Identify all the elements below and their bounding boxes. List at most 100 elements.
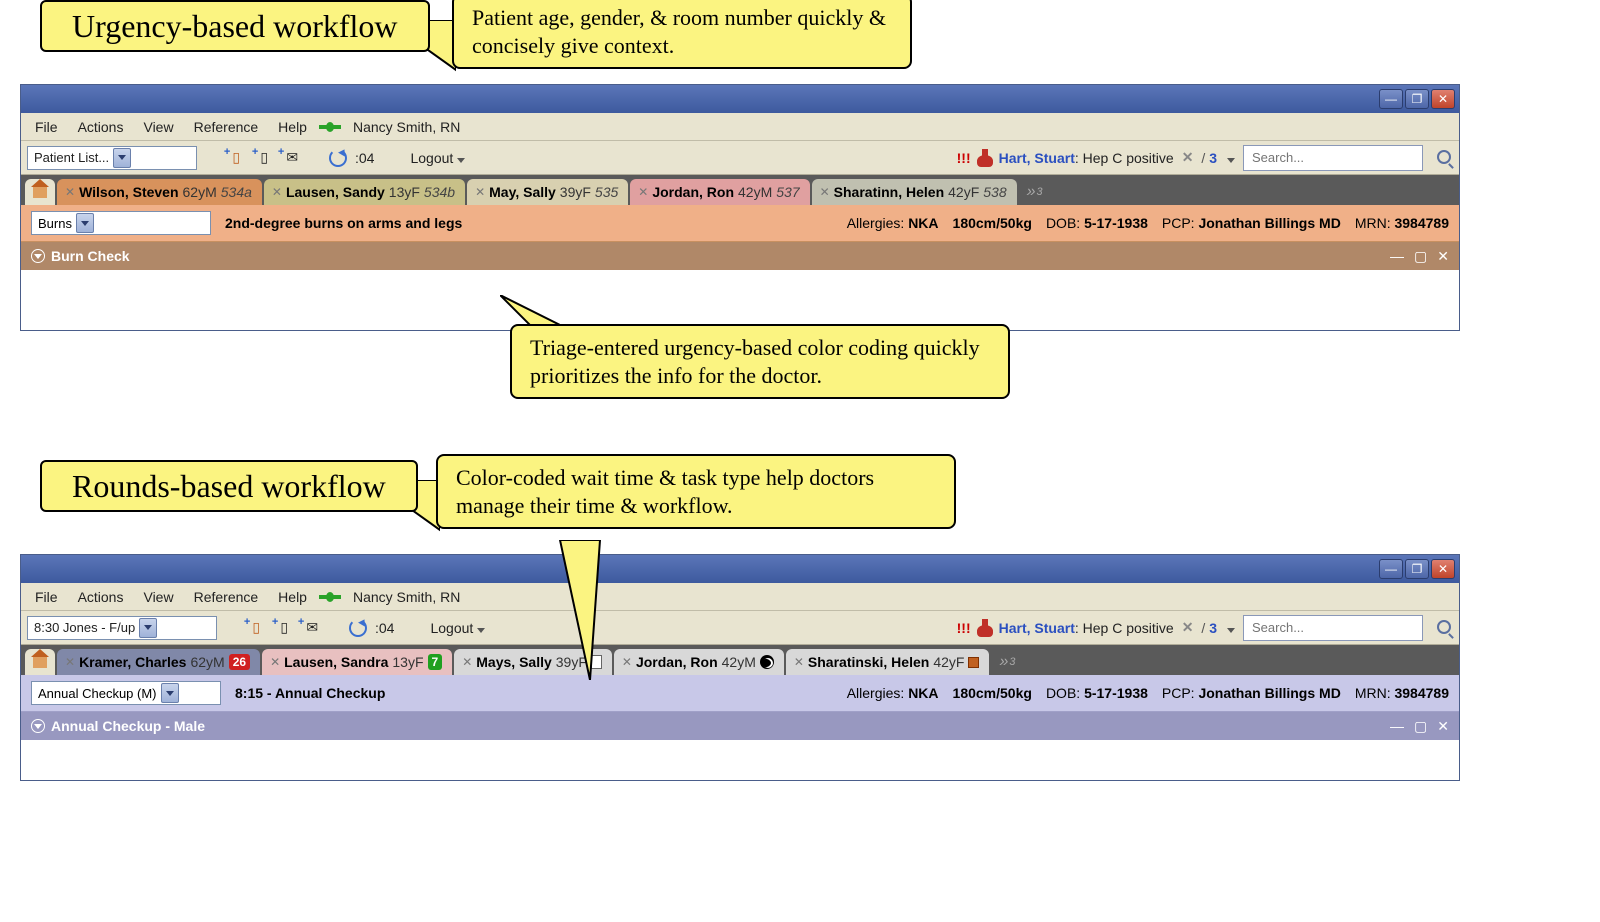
- search-input[interactable]: [1252, 620, 1392, 635]
- section-close-icon[interactable]: ✕: [1437, 718, 1449, 735]
- tab-overflow[interactable]: 3: [991, 649, 1023, 675]
- tab-close-icon[interactable]: ✕: [270, 655, 280, 669]
- new-note-icon[interactable]: +▯: [271, 618, 291, 638]
- mrn-value: 3984789: [1394, 215, 1449, 231]
- search-box[interactable]: [1243, 145, 1423, 171]
- maximize-button[interactable]: ❐: [1405, 89, 1429, 109]
- section-min-icon[interactable]: —: [1390, 718, 1404, 735]
- pcp-value: Jonathan Billings MD: [1198, 685, 1340, 701]
- tab-jordan[interactable]: ✕ Jordan, Ron 42yM 537: [630, 179, 809, 205]
- top-section-bar[interactable]: Burn Check — ▢ ✕: [21, 242, 1459, 270]
- tab-close-icon[interactable]: ✕: [794, 655, 804, 669]
- tab-jordan2[interactable]: ✕ Jordan, Ron 42yM: [614, 649, 784, 675]
- schedule-picker[interactable]: 8:30 Jones - F/up: [27, 616, 217, 640]
- alert-dismiss-icon[interactable]: ✕: [1180, 619, 1196, 636]
- callout-color-coding: Triage-entered urgency-based color codin…: [510, 324, 1010, 399]
- category-picker[interactable]: Annual Checkup (M): [31, 681, 221, 705]
- tab-close-icon[interactable]: ✕: [622, 655, 632, 669]
- alert-bang-icon: !!!: [957, 620, 971, 636]
- collapse-icon[interactable]: [31, 719, 45, 733]
- alert-dismiss-icon[interactable]: ✕: [1180, 149, 1196, 166]
- close-button[interactable]: ✕: [1431, 559, 1455, 579]
- new-rx-icon[interactable]: +▯: [223, 148, 243, 168]
- search-icon[interactable]: [1437, 150, 1453, 166]
- patient-info-strip: Allergies: NKA 180cm/50kg DOB: 5-17-1938…: [847, 215, 1449, 231]
- alert-dropdown-icon[interactable]: [1223, 620, 1235, 636]
- alert-strip[interactable]: !!! Hart, Stuart: Hep C positive ✕ / 3: [957, 619, 1235, 637]
- tab-close-icon[interactable]: ✕: [638, 185, 648, 199]
- callout-title-urgency: Urgency-based workflow: [40, 0, 430, 52]
- allergies-value: NKA: [908, 215, 938, 231]
- menu-actions[interactable]: Actions: [70, 116, 132, 138]
- tab-lausen2[interactable]: ✕ Lausen, Sandra 13yF 7: [262, 649, 452, 675]
- toolbar: 8:30 Jones - F/up +▯ +▯ +✉ :04 Logout !!…: [21, 611, 1459, 645]
- minimize-button[interactable]: —: [1379, 89, 1403, 109]
- home-icon: [33, 656, 47, 668]
- tab-lausen[interactable]: ✕ Lausen, Sandy 13yF 534b: [264, 179, 465, 205]
- tab-close-icon[interactable]: ✕: [65, 655, 75, 669]
- picker-arrow-icon[interactable]: [113, 148, 131, 168]
- logout-button[interactable]: Logout: [404, 147, 471, 169]
- menu-reference[interactable]: Reference: [186, 586, 267, 608]
- callout-title-rounds: Rounds-based workflow: [40, 460, 418, 512]
- menu-reference[interactable]: Reference: [186, 116, 267, 138]
- category-picker[interactable]: Burns: [31, 211, 211, 235]
- alert-strip[interactable]: !!! Hart, Stuart: Hep C positive ✕ / 3: [957, 149, 1235, 167]
- close-button[interactable]: ✕: [1431, 89, 1455, 109]
- collapse-icon[interactable]: [31, 249, 45, 263]
- tab-close-icon[interactable]: ✕: [462, 655, 472, 669]
- section-title: Annual Checkup - Male: [51, 718, 205, 734]
- refresh-icon[interactable]: [349, 619, 367, 637]
- logout-button[interactable]: Logout: [424, 617, 491, 639]
- tab-meta: 42yM: [722, 654, 756, 670]
- patient-list-picker[interactable]: Patient List...: [27, 146, 197, 170]
- home-tab[interactable]: [25, 649, 55, 675]
- section-max-icon[interactable]: ▢: [1414, 248, 1427, 265]
- bottom-section-bar[interactable]: Annual Checkup - Male — ▢ ✕: [21, 712, 1459, 740]
- tab-overflow-count: 3: [1037, 186, 1043, 198]
- minimize-button[interactable]: —: [1379, 559, 1403, 579]
- home-tab[interactable]: [25, 179, 55, 205]
- alert-text: Hep C positive: [1083, 620, 1174, 636]
- refresh-icon[interactable]: [329, 149, 347, 167]
- menu-help[interactable]: Help: [270, 116, 315, 138]
- tab-close-icon[interactable]: ✕: [65, 185, 75, 199]
- new-note-icon[interactable]: +▯: [251, 148, 271, 168]
- picker-arrow-icon[interactable]: [76, 213, 94, 233]
- tab-meta: 62yM: [190, 654, 224, 670]
- tab-kramer[interactable]: ✕ Kramer, Charles 62yM 26: [57, 649, 260, 675]
- alert-dropdown-icon[interactable]: [1223, 150, 1235, 166]
- toolbar: Patient List... +▯ +▯ +✉ :04 Logout !!! …: [21, 141, 1459, 175]
- picker-value: 8:30 Jones - F/up: [34, 620, 135, 635]
- tab-wilson[interactable]: ✕ Wilson, Steven 62yM 534a: [57, 179, 262, 205]
- tab-room: 534b: [424, 184, 455, 200]
- tab-close-icon[interactable]: ✕: [272, 185, 282, 199]
- picker-arrow-icon[interactable]: [161, 683, 179, 703]
- picker-arrow-icon[interactable]: [139, 618, 157, 638]
- tab-meta: 13yF: [392, 654, 423, 670]
- tab-close-icon[interactable]: ✕: [820, 185, 830, 199]
- tab-may[interactable]: ✕ May, Sally 39yF 535: [467, 179, 628, 205]
- search-box[interactable]: [1243, 615, 1423, 641]
- menu-help[interactable]: Help: [270, 586, 315, 608]
- menu-actions[interactable]: Actions: [70, 586, 132, 608]
- menu-view[interactable]: View: [135, 116, 181, 138]
- menu-file[interactable]: File: [27, 586, 66, 608]
- menu-view[interactable]: View: [135, 586, 181, 608]
- tab-overflow[interactable]: 3: [1019, 179, 1051, 205]
- new-message-icon[interactable]: +✉: [299, 618, 319, 638]
- new-message-icon[interactable]: +✉: [279, 148, 299, 168]
- search-input[interactable]: [1252, 150, 1392, 165]
- tab-close-icon[interactable]: ✕: [475, 185, 485, 199]
- new-rx-icon[interactable]: +▯: [243, 618, 263, 638]
- maximize-button[interactable]: ❐: [1405, 559, 1429, 579]
- tab-sharatinn[interactable]: ✕ Sharatinn, Helen 42yF 538: [812, 179, 1017, 205]
- search-icon[interactable]: [1437, 620, 1453, 636]
- connection-indicator-icon: [319, 591, 341, 603]
- tab-sharatinski[interactable]: ✕ Sharatinski, Helen 42yF: [786, 649, 990, 675]
- pcp-value: Jonathan Billings MD: [1198, 215, 1340, 231]
- section-close-icon[interactable]: ✕: [1437, 248, 1449, 265]
- menu-file[interactable]: File: [27, 116, 66, 138]
- section-max-icon[interactable]: ▢: [1414, 718, 1427, 735]
- section-min-icon[interactable]: —: [1390, 248, 1404, 265]
